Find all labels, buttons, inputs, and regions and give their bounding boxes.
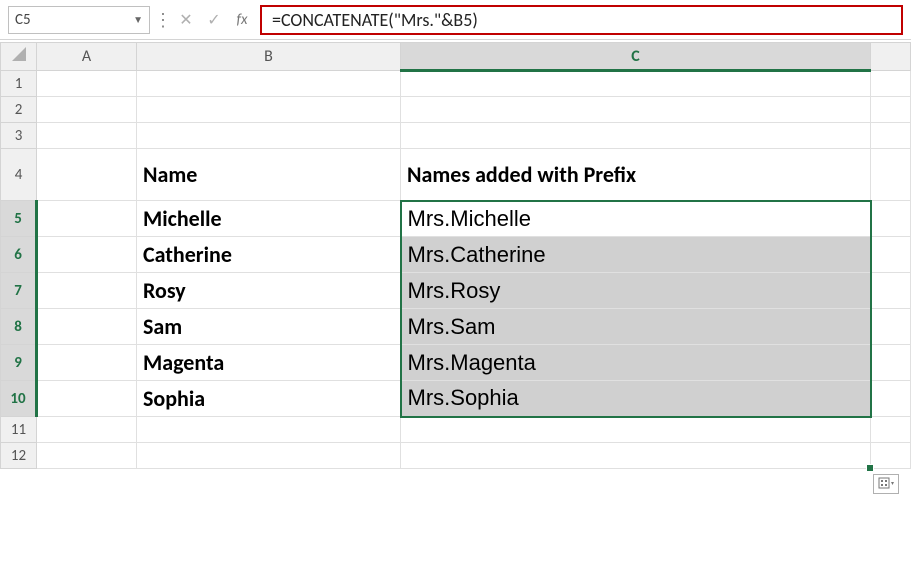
fill-handle[interactable] [866,464,874,472]
row-header[interactable]: 7 [1,273,37,309]
cell-C2[interactable] [401,97,871,123]
cell-D1[interactable] [871,71,911,97]
cell-A1[interactable] [37,71,137,97]
cell-C9[interactable]: Mrs.Magenta [401,345,871,381]
cell-C1[interactable] [401,71,871,97]
row-header[interactable]: 5 [1,201,37,237]
cell-B8[interactable]: Sam [137,309,401,345]
row-header[interactable]: 12 [1,443,37,469]
name-box-value: C5 [15,11,31,29]
col-header-B[interactable]: B [137,43,401,71]
cell-A10[interactable] [37,381,137,417]
cell-D6[interactable] [871,237,911,273]
cell-B5[interactable]: Michelle [137,201,401,237]
row-header[interactable]: 8 [1,309,37,345]
row-header[interactable]: 11 [1,417,37,443]
cell-C11[interactable] [401,417,871,443]
cell-A12[interactable] [37,443,137,469]
formula-bar: C5 ▼ ⋮ ✕ ✓ fx [0,0,911,40]
cell-B10[interactable]: Sophia [137,381,401,417]
cell-A4[interactable] [37,149,137,201]
formula-input-highlight [260,5,903,35]
autofill-options-button[interactable] [873,474,899,494]
cell-B6[interactable]: Catherine [137,237,401,273]
cell-B9[interactable]: Magenta [137,345,401,381]
col-header-C[interactable]: C [401,43,871,71]
cell-A9[interactable] [37,345,137,381]
formula-input[interactable] [270,8,893,32]
row-header[interactable]: 9 [1,345,37,381]
cell-B2[interactable] [137,97,401,123]
cell-D2[interactable] [871,97,911,123]
cell-C12[interactable] [401,443,871,469]
select-all-corner[interactable] [1,43,37,71]
row-header[interactable]: 6 [1,237,37,273]
cell-B4[interactable]: Name [137,149,401,201]
cell-C6[interactable]: Mrs.Catherine [401,237,871,273]
cell-C3[interactable] [401,123,871,149]
cell-D12[interactable] [871,443,911,469]
row-header[interactable]: 2 [1,97,37,123]
name-box[interactable]: C5 ▼ [8,6,150,34]
row-header[interactable]: 3 [1,123,37,149]
col-header-A[interactable]: A [37,43,137,71]
cell-A7[interactable] [37,273,137,309]
cell-A6[interactable] [37,237,137,273]
cell-C8[interactable]: Mrs.Sam [401,309,871,345]
cell-D11[interactable] [871,417,911,443]
insert-function-icon[interactable]: fx [228,6,256,34]
cell-D9[interactable] [871,345,911,381]
cell-A5[interactable] [37,201,137,237]
cell-C10[interactable]: Mrs.Sophia [401,381,871,417]
cell-A3[interactable] [37,123,137,149]
cell-B3[interactable] [137,123,401,149]
col-header-overflow[interactable] [871,43,911,71]
accept-formula-icon[interactable]: ✓ [200,6,228,34]
cell-A2[interactable] [37,97,137,123]
chevron-down-icon[interactable]: ▼ [133,13,143,26]
worksheet[interactable]: A B C 1 2 3 4 [0,42,911,569]
cell-D3[interactable] [871,123,911,149]
cell-B7[interactable]: Rosy [137,273,401,309]
grid: A B C 1 2 3 4 [0,42,911,469]
cell-C4[interactable]: Names added with Prefix [401,149,871,201]
row-header[interactable]: 4 [1,149,37,201]
excel-window: C5 ▼ ⋮ ✕ ✓ fx A B C 1 [0,0,911,569]
row-header[interactable]: 1 [1,71,37,97]
cell-B11[interactable] [137,417,401,443]
cell-C7[interactable]: Mrs.Rosy [401,273,871,309]
cell-D4[interactable] [871,149,911,201]
cell-D8[interactable] [871,309,911,345]
cell-B12[interactable] [137,443,401,469]
cell-D7[interactable] [871,273,911,309]
cell-D5[interactable] [871,201,911,237]
cell-D10[interactable] [871,381,911,417]
cell-A11[interactable] [37,417,137,443]
cell-B1[interactable] [137,71,401,97]
cell-A8[interactable] [37,309,137,345]
cancel-formula-icon[interactable]: ✕ [172,6,200,34]
row-header[interactable]: 10 [1,381,37,417]
column-header-row: A B C [1,43,911,71]
divider-icon: ⋮ [154,6,172,34]
cell-C5[interactable]: Mrs.Michelle [401,201,871,237]
